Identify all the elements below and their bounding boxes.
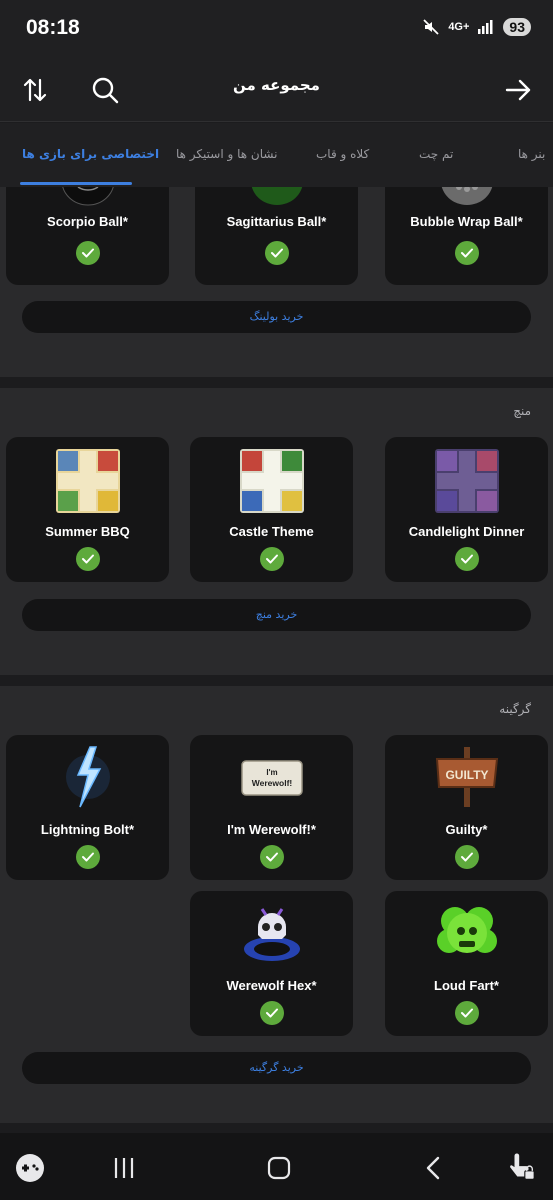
svg-text:GUILTY: GUILTY <box>445 768 488 782</box>
bowling-section: Scorpio Ball* Sagittarius Ball* Bubble W… <box>0 187 553 377</box>
system-nav-bar <box>0 1133 553 1200</box>
owned-check-icon <box>75 547 100 571</box>
svg-text:Werewolf!: Werewolf! <box>251 778 292 788</box>
tab-badges-stickers[interactable]: نشان ها و استیکر ها <box>176 147 277 161</box>
section-title: منچ <box>513 404 531 418</box>
sagittarius-ball-image <box>251 187 302 205</box>
candlelight-dinner-board-image <box>434 449 499 513</box>
summer-bbq-board-image <box>55 449 120 513</box>
buy-werewolf-button[interactable]: خرید گرگینه <box>22 1052 531 1084</box>
item-name: Loud Fart* <box>434 978 499 993</box>
item-name: Lightning Bolt* <box>40 822 135 837</box>
item-card[interactable]: GUILTY Guilty* <box>385 735 548 880</box>
owned-check-icon <box>454 1001 479 1025</box>
scorpio-ball-image <box>61 187 114 206</box>
ludo-section: منچ Summer BBQ Castle Theme Candlelight … <box>0 388 553 675</box>
item-name: Castle Theme <box>229 524 314 539</box>
bubble-wrap-ball-image <box>441 187 492 205</box>
recent-apps-icon[interactable] <box>109 1153 139 1183</box>
back-icon[interactable] <box>419 1153 449 1183</box>
status-icons: 4G+ 93 <box>422 18 531 36</box>
item-name: I'm Werewolf!* <box>227 822 316 837</box>
buy-bowling-button[interactable]: خرید بولینگ <box>22 301 531 333</box>
item-name: Werewolf Hex* <box>226 978 317 993</box>
battery-level: 93 <box>503 18 531 36</box>
loud-fart-image <box>436 907 497 953</box>
item-name: Candlelight Dinner <box>408 524 525 539</box>
item-card[interactable]: Lightning Bolt* <box>6 735 169 880</box>
status-bar: 08:18 4G+ 93 <box>0 0 553 58</box>
item-card[interactable]: Werewolf Hex* <box>190 891 353 1036</box>
active-tab-indicator <box>20 182 132 185</box>
buy-ludo-button[interactable]: خرید منچ <box>22 599 531 631</box>
mute-icon <box>423 19 439 35</box>
owned-check-icon <box>454 241 479 265</box>
collection-content: Scorpio Ball* Sagittarius Ball* Bubble W… <box>0 187 553 1133</box>
owned-check-icon <box>454 845 479 869</box>
status-time: 08:18 <box>26 16 80 39</box>
tab-banners[interactable]: بنر ها <box>518 147 545 161</box>
owned-check-icon <box>259 845 284 869</box>
item-card[interactable]: Candlelight Dinner <box>385 437 548 582</box>
owned-check-icon <box>264 241 289 265</box>
tab-game-exclusive[interactable]: اختصاصی برای بازی ها <box>22 147 159 161</box>
tab-chat-theme[interactable]: تم چت <box>419 147 453 161</box>
network-type: 4G+ <box>448 21 470 33</box>
gamepad-icon[interactable] <box>15 1153 45 1183</box>
item-card[interactable]: Sagittarius Ball* <box>195 187 358 285</box>
tab-hats-frames[interactable]: کلاه و قاب <box>316 147 369 161</box>
guilty-sign-image: GUILTY <box>435 747 498 807</box>
item-name: Guilty* <box>445 822 488 837</box>
forward-arrow-icon[interactable] <box>502 74 534 106</box>
lightning-bolt-image <box>65 746 110 808</box>
item-name: Scorpio Ball* <box>47 214 128 229</box>
owned-check-icon <box>454 547 479 571</box>
owned-check-icon <box>75 241 100 265</box>
owned-check-icon <box>259 547 284 571</box>
svg-text:I'm: I'm <box>266 768 277 777</box>
owned-check-icon <box>75 845 100 869</box>
signal-icon <box>478 20 493 34</box>
item-card[interactable]: Summer BBQ <box>6 437 169 582</box>
item-name: Bubble Wrap Ball* <box>410 214 523 229</box>
accessibility-icon[interactable] <box>507 1153 537 1183</box>
item-card[interactable]: Loud Fart* <box>385 891 548 1036</box>
section-title: گرگینه <box>499 702 531 716</box>
item-name: Summer BBQ <box>45 524 130 539</box>
category-tabs: اختصاصی برای بازی ها نشان ها و استیکر ها… <box>0 123 553 187</box>
page-title: مجموعه من <box>233 76 320 94</box>
item-name: Sagittarius Ball* <box>226 214 327 229</box>
werewolf-section: گرگینه Lightning Bolt* I'm Werewolf! I'm… <box>0 686 553 1123</box>
app-bar: مجموعه من <box>0 58 553 122</box>
item-card[interactable]: Castle Theme <box>190 437 353 582</box>
werewolf-hex-image <box>243 908 300 961</box>
item-card[interactable]: I'm Werewolf! I'm Werewolf!* <box>190 735 353 880</box>
item-card[interactable]: Scorpio Ball* <box>6 187 169 285</box>
home-icon[interactable] <box>264 1153 294 1183</box>
owned-check-icon <box>259 1001 284 1025</box>
item-card[interactable]: Bubble Wrap Ball* <box>385 187 548 285</box>
werewolf-sign-image: I'm Werewolf! <box>240 760 303 796</box>
castle-theme-board-image <box>239 449 304 513</box>
